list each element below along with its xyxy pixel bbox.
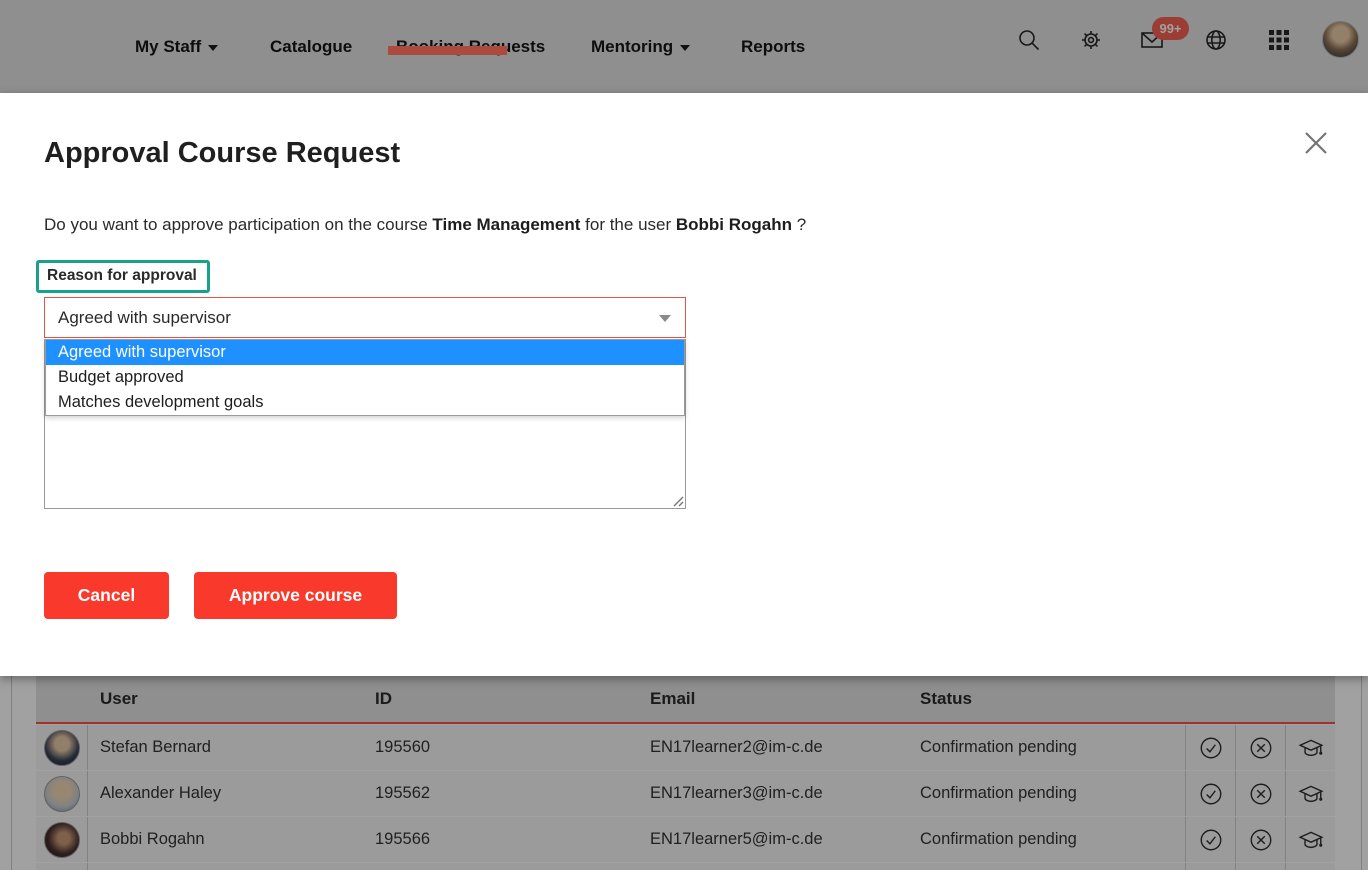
reason-select-value: Agreed with supervisor [58,308,231,328]
reason-options-list: Agreed with supervisor Budget approved M… [45,339,685,416]
close-icon[interactable] [1294,121,1338,165]
screen: My Staff Catalogue Booking Requests Ment… [0,0,1368,870]
course-name: Time Management [432,215,580,234]
question-text: for the user [580,215,675,234]
reason-select[interactable]: Agreed with supervisor [44,297,686,338]
approval-course-request-dialog: Approval Course Request Do you want to a… [0,93,1368,676]
booking-requests-highlight-annotation [388,46,507,55]
question-text: Do you want to approve participation on … [44,215,432,234]
option-budget-approved[interactable]: Budget approved [46,365,684,390]
approval-question: Do you want to approve participation on … [44,215,806,235]
approve-course-button[interactable]: Approve course [194,572,397,619]
option-matches-development-goals[interactable]: Matches development goals [46,390,684,415]
reason-for-approval-label: Reason for approval [36,260,210,293]
cancel-button[interactable]: Cancel [44,572,169,619]
question-text: ? [792,215,806,234]
option-agreed-with-supervisor[interactable]: Agreed with supervisor [46,340,684,365]
user-name: Bobbi Rogahn [676,215,792,234]
dialog-title: Approval Course Request [44,137,400,170]
select-caret-icon [659,315,671,322]
